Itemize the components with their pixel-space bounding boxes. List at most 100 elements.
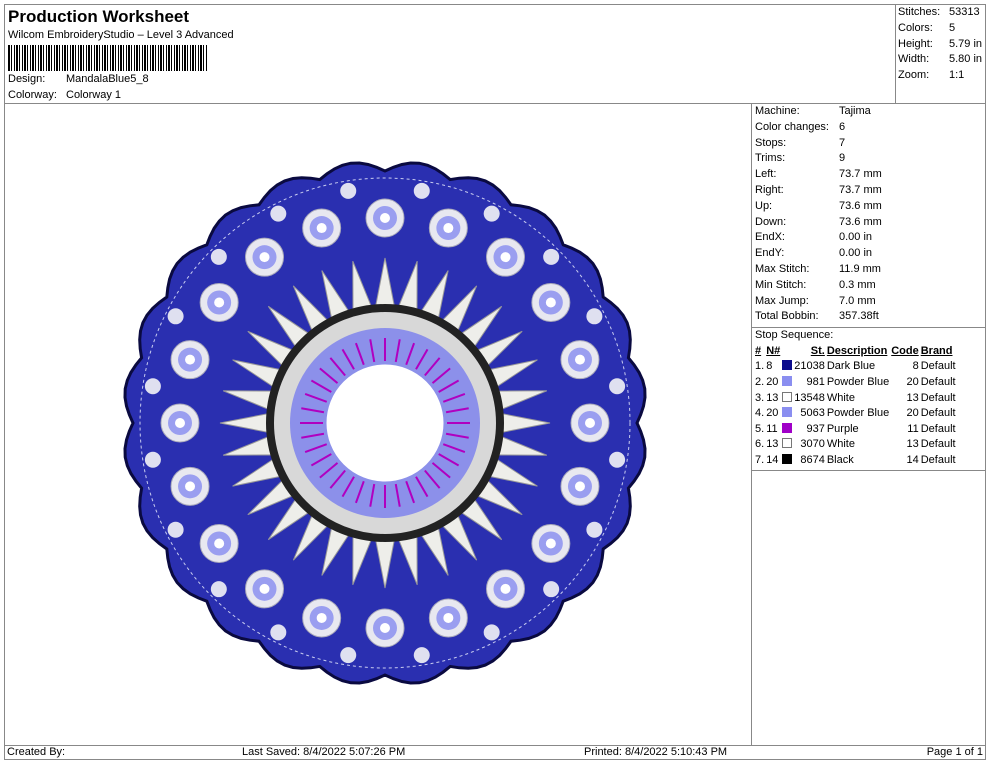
medallion-center — [185, 354, 196, 365]
stitch-count: 3070 — [800, 438, 825, 451]
leaf-ornament — [144, 378, 161, 395]
color-swatch — [782, 438, 793, 449]
info-label: Right: — [755, 183, 784, 196]
info-value: 11.9 mm — [839, 262, 881, 275]
color-code: 13 — [906, 438, 919, 451]
needle-number: 11 — [766, 422, 778, 435]
col-needle: N# — [766, 344, 781, 357]
stat-row: Stitches: 53313 — [898, 5, 984, 21]
leaf-ornament — [483, 205, 500, 222]
table-row: 7. 14 8674 Black 14 Default — [754, 452, 957, 468]
machine-info-row: Trims: 9 — [752, 151, 986, 167]
info-value: 6 — [839, 120, 846, 133]
stat-value: 5.79 in — [949, 37, 983, 50]
stat-row: Width: 5.80 in — [898, 52, 984, 68]
leaf-ornament — [483, 624, 500, 641]
col-description: Description — [826, 344, 888, 357]
needle-number: 20 — [766, 375, 779, 388]
design-label: Design: — [8, 73, 46, 85]
info-label: Trims: — [755, 152, 786, 165]
medallion-center — [316, 612, 327, 623]
stop-number: 7. — [755, 453, 765, 466]
design-row: Design: MandalaBlue5_8 — [8, 73, 149, 85]
leaf-ornament — [167, 521, 184, 538]
center-hole — [326, 364, 444, 482]
brand: Default — [920, 422, 956, 435]
stat-value: 1:1 — [949, 69, 965, 82]
page-number: Page 1 of 1 — [926, 746, 983, 758]
info-value: 0.3 mm — [839, 278, 876, 291]
color-description: White — [826, 391, 855, 404]
stat-row: Colors: 5 — [898, 21, 984, 37]
colorway-label: Colorway: — [8, 89, 57, 101]
needle-number: 20 — [766, 407, 779, 420]
leaf-ornament — [270, 624, 287, 641]
medallion-center — [585, 418, 595, 428]
info-label: Total Bobbin: — [755, 310, 819, 323]
leaf-ornament — [270, 205, 287, 222]
info-value: 0.00 in — [839, 247, 873, 260]
stitch-count: 13548 — [794, 391, 825, 404]
stop-sequence-title: Stop Sequence: — [752, 327, 986, 343]
leaf-ornament — [609, 451, 626, 468]
machine-info-row: Up: 73.6 mm — [752, 199, 986, 215]
stat-label: Colors: — [898, 21, 933, 34]
info-value: 0.00 in — [839, 231, 873, 244]
machine-info-panel: Machine: Tajima Color changes: 6 Stops: 7 Trim… — [752, 104, 986, 745]
medallion-center — [443, 612, 454, 623]
info-value: 73.6 mm — [839, 199, 882, 212]
stop-number: 5. — [755, 422, 765, 435]
leaf-ornament — [144, 451, 161, 468]
info-value: 73.6 mm — [839, 215, 882, 228]
stitch-count: 5063 — [800, 407, 825, 420]
info-label: Machine: — [755, 105, 800, 117]
info-value: 7.0 mm — [839, 294, 876, 307]
col-brand: Brand — [920, 344, 953, 357]
color-code: 8 — [912, 360, 919, 373]
color-code: 11 — [907, 422, 919, 435]
stat-label: Height: — [898, 37, 933, 50]
color-code: 13 — [906, 391, 919, 404]
stop-sequence-table: # N# St. Description Code Brand 1. 8 210… — [754, 343, 957, 468]
medallion-center — [175, 418, 185, 428]
machine-info-row: Color changes: 6 — [752, 120, 986, 136]
color-swatch — [782, 375, 793, 386]
last-saved: Last Saved: 8/4/2022 5:07:26 PM — [242, 746, 406, 758]
color-swatch — [782, 391, 793, 402]
color-description: Powder Blue — [826, 407, 890, 420]
info-value: 357.38ft — [839, 310, 879, 323]
stat-row: Height: 5.79 in — [898, 37, 984, 53]
medallion-center — [185, 481, 196, 492]
medallion-center — [500, 252, 511, 263]
machine-info-row: Right: 73.7 mm — [752, 183, 986, 199]
stitch-count: 8674 — [800, 453, 825, 466]
stop-number: 6. — [755, 438, 765, 451]
printed-date: Printed: 8/4/2022 5:10:43 PM — [584, 746, 728, 758]
leaf-ornament — [543, 581, 560, 598]
info-label: EndY: — [755, 247, 785, 260]
brand: Default — [920, 438, 956, 451]
medallion-center — [259, 583, 270, 594]
mandala-design-image — [123, 161, 647, 685]
stat-label: Zoom: — [898, 69, 930, 82]
needle-number: 13 — [766, 438, 779, 451]
stats-box: Stitches: 53313 Colors: 5 Height: 5.79 in W… — [895, 4, 986, 104]
stop-number: 4. — [755, 407, 765, 420]
stat-value: 53313 — [949, 6, 980, 18]
info-label: Min Stitch: — [755, 278, 807, 291]
col-stitches: St. — [810, 344, 825, 357]
machine-info-row: Max Stitch: 11.9 mm — [752, 262, 986, 278]
colorway-row: Colorway: Colorway 1 — [8, 89, 121, 101]
info-label: Down: — [755, 215, 787, 228]
barcode — [8, 45, 208, 71]
design-name: MandalaBlue5_8 — [66, 73, 149, 85]
machine-info-row: Stops: 7 — [752, 136, 986, 152]
color-code: 20 — [906, 375, 919, 388]
brand: Default — [920, 375, 956, 388]
medallion-center — [545, 297, 556, 308]
color-code: 14 — [906, 453, 919, 466]
stat-value: 5.80 in — [949, 53, 983, 66]
table-row: 6. 13 3070 White 13 Default — [754, 437, 957, 453]
leaf-ornament — [340, 647, 357, 664]
footer: Created By: Last Saved: 8/4/2022 5:07:26… — [4, 745, 986, 760]
